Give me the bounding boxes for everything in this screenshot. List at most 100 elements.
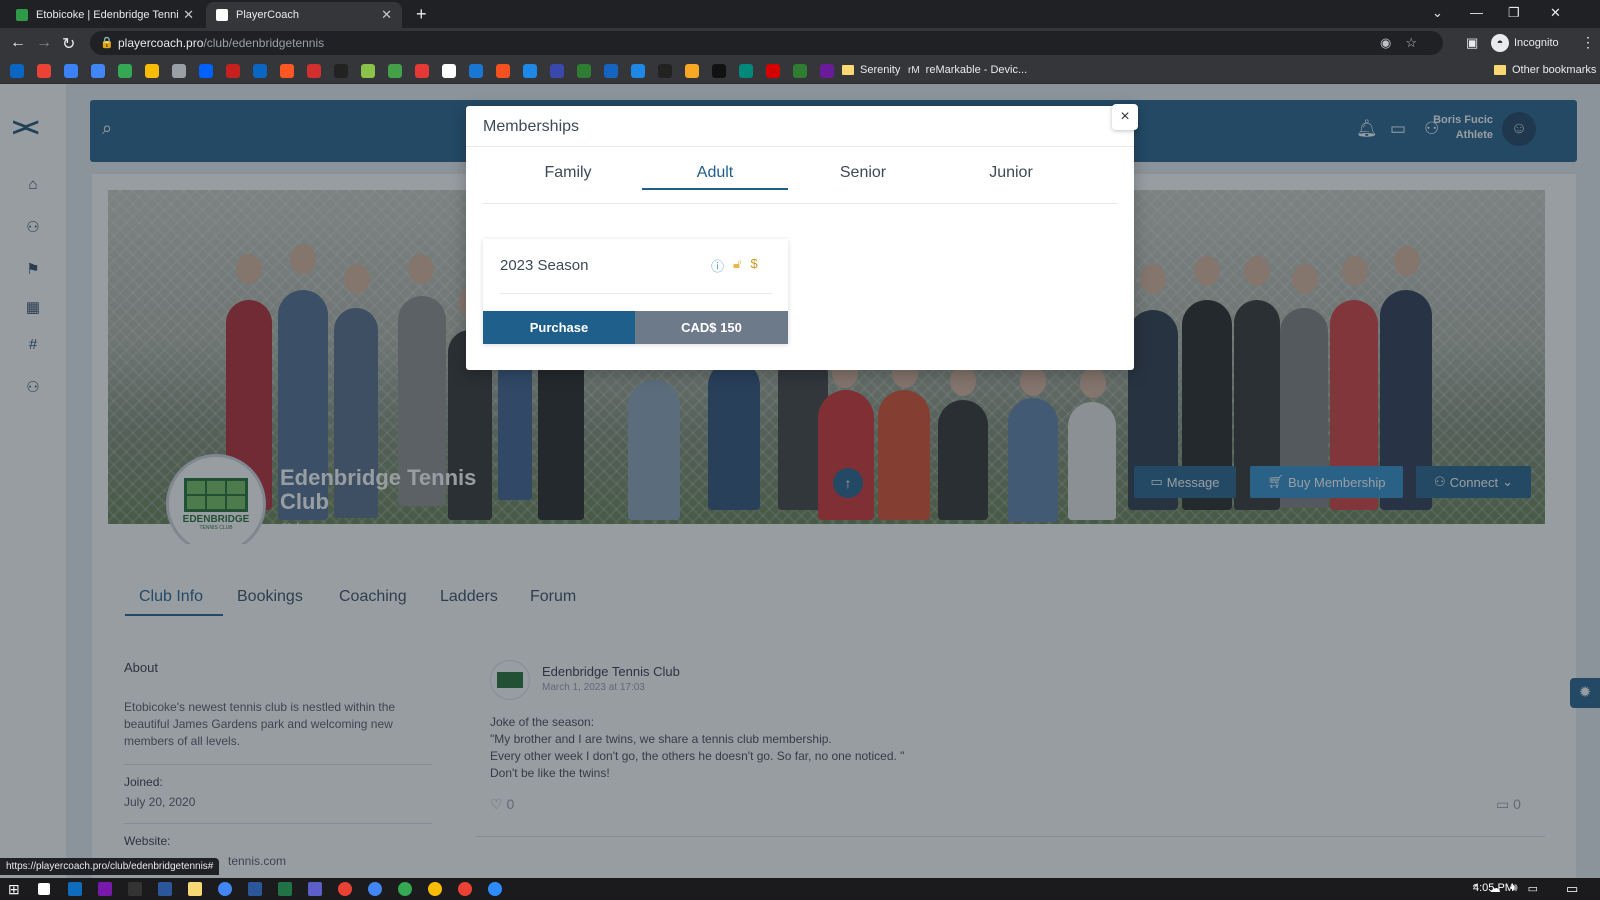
tab-senior[interactable]: Senior bbox=[790, 164, 936, 182]
tab-search-icon[interactable]: ⌄ bbox=[1432, 5, 1443, 21]
bookmark-label: reMarkable - Devic... bbox=[925, 64, 1028, 76]
bookmark-icon[interactable] bbox=[712, 64, 726, 78]
browser-tab-title: PlayerCoach bbox=[236, 9, 299, 21]
bookmark-icon[interactable] bbox=[334, 64, 348, 78]
file-explorer-icon[interactable] bbox=[188, 882, 202, 896]
tab-adult[interactable]: Adult bbox=[642, 164, 788, 182]
bookmark-icon[interactable] bbox=[442, 64, 456, 78]
browser-tab-edenbridge[interactable]: Etobicoke | Edenbridge Tennis Cl ✕ bbox=[6, 2, 204, 28]
chrome-icon[interactable] bbox=[398, 882, 412, 896]
bookmark-icon[interactable] bbox=[145, 64, 159, 78]
notification-icon[interactable]: ▭ bbox=[1566, 881, 1578, 897]
bookmark-icon[interactable] bbox=[523, 64, 537, 78]
remarkable-icon: rM bbox=[908, 64, 920, 76]
app-icon[interactable] bbox=[158, 882, 172, 896]
bookmark-icon[interactable] bbox=[10, 64, 24, 78]
bookmark-icon[interactable] bbox=[253, 64, 267, 78]
task-view-icon[interactable] bbox=[38, 883, 50, 895]
bookmark-icon[interactable] bbox=[766, 64, 780, 78]
close-button[interactable]: × bbox=[1112, 104, 1138, 130]
bookmark-icon[interactable] bbox=[631, 64, 645, 78]
bookmark-icon[interactable] bbox=[415, 64, 429, 78]
bookmark-serenity[interactable]: Serenity bbox=[842, 64, 900, 76]
bookmark-label: Serenity bbox=[860, 64, 901, 76]
membership-icons: ⓘ 🔓︎ $ bbox=[711, 256, 758, 275]
url-input[interactable]: 🔒 playercoach.pro/club/edenbridgetennis … bbox=[90, 31, 1443, 55]
browser-menu-icon[interactable]: ⋮ bbox=[1581, 34, 1595, 51]
close-tab-icon[interactable]: ✕ bbox=[183, 7, 194, 23]
dollar-icon: $ bbox=[750, 256, 758, 271]
card-divider bbox=[500, 293, 772, 294]
bookmark-icon[interactable] bbox=[604, 64, 618, 78]
bookmark-icon[interactable] bbox=[91, 64, 105, 78]
chrome-icon[interactable] bbox=[428, 882, 442, 896]
lock-icon: 🔓︎ bbox=[733, 256, 742, 271]
bookmark-other[interactable]: Other bookmarks bbox=[1494, 64, 1596, 76]
bookmark-icon[interactable] bbox=[577, 64, 591, 78]
folder-icon bbox=[1494, 65, 1506, 75]
modal-title: Memberships bbox=[483, 118, 580, 135]
word-icon[interactable] bbox=[248, 882, 262, 896]
bookmark-icon[interactable] bbox=[280, 64, 294, 78]
taskbar-clock[interactable]: 4:05 PM bbox=[1473, 882, 1514, 894]
modal-divider bbox=[466, 146, 1134, 147]
url-host: playercoach.pro bbox=[118, 36, 204, 50]
omnibox-icons[interactable]: ◉☆ bbox=[1380, 35, 1431, 51]
bookmark-icon[interactable] bbox=[496, 64, 510, 78]
browser-tab-playercoach[interactable]: PlayerCoach ✕ bbox=[206, 2, 402, 28]
zoom-icon[interactable] bbox=[488, 882, 502, 896]
bookmark-icon[interactable] bbox=[307, 64, 321, 78]
bookmark-icon[interactable] bbox=[550, 64, 564, 78]
status-bar-url: https://playercoach.pro/club/edenbridget… bbox=[0, 858, 220, 875]
bookmark-icon[interactable] bbox=[820, 64, 834, 78]
playercoach-favicon-icon bbox=[216, 9, 228, 21]
purchase-button[interactable]: Purchase bbox=[483, 311, 635, 344]
bookmark-icon[interactable] bbox=[118, 64, 132, 78]
back-icon[interactable]: ← bbox=[10, 34, 26, 52]
bookmark-icon[interactable] bbox=[361, 64, 375, 78]
chrome-icon[interactable] bbox=[338, 882, 352, 896]
bookmark-remarkable[interactable]: rM reMarkable - Devic... bbox=[908, 64, 1027, 76]
bookmark-icon[interactable] bbox=[226, 64, 240, 78]
chrome-icon[interactable] bbox=[458, 882, 472, 896]
bookmark-icon[interactable] bbox=[685, 64, 699, 78]
reload-icon[interactable]: ↻ bbox=[62, 34, 75, 54]
incognito-badge[interactable]: ◓ Incognito bbox=[1491, 34, 1559, 52]
terminal-icon[interactable] bbox=[128, 882, 142, 896]
edenbridge-favicon-icon bbox=[16, 9, 28, 21]
teams-icon[interactable] bbox=[308, 882, 322, 896]
os-taskbar: ⊞ ⌃ ☁ 🔊︎ ▭ 4:05 PM ▭ bbox=[0, 878, 1600, 900]
bookmarks-bar: Serenity rM reMarkable - Devic... Other b… bbox=[0, 58, 1600, 84]
minimize-icon[interactable]: — bbox=[1470, 5, 1483, 20]
bookmark-icon[interactable] bbox=[37, 64, 51, 78]
bookmark-icon[interactable] bbox=[469, 64, 483, 78]
memberships-modal: Memberships × Family Adult Senior Junior… bbox=[466, 104, 1138, 370]
bookmark-icon[interactable] bbox=[388, 64, 402, 78]
tab-junior[interactable]: Junior bbox=[938, 164, 1084, 182]
forward-icon[interactable]: → bbox=[36, 34, 52, 52]
bookmark-icon[interactable] bbox=[172, 64, 186, 78]
close-window-icon[interactable]: ✕ bbox=[1550, 5, 1561, 21]
bookmark-icon[interactable] bbox=[793, 64, 807, 78]
new-tab-icon[interactable]: + bbox=[416, 4, 427, 25]
membership-title: 2023 Season bbox=[500, 257, 589, 274]
incognito-label: Incognito bbox=[1514, 37, 1559, 49]
windows-start-icon[interactable]: ⊞ bbox=[8, 881, 20, 898]
active-tab-underline bbox=[642, 188, 788, 190]
bookmark-icon[interactable] bbox=[739, 64, 753, 78]
onenote-icon[interactable] bbox=[98, 882, 112, 896]
chrome-icon[interactable] bbox=[218, 882, 232, 896]
outlook-icon[interactable] bbox=[68, 882, 82, 896]
close-tab-icon[interactable]: ✕ bbox=[381, 7, 392, 23]
bookmark-icon[interactable] bbox=[199, 64, 213, 78]
battery-icon: ▭ bbox=[1527, 883, 1538, 895]
bookmark-icon[interactable] bbox=[64, 64, 78, 78]
restore-icon[interactable]: ❐ bbox=[1508, 5, 1520, 21]
bookmark-icon[interactable] bbox=[658, 64, 672, 78]
info-icon[interactable]: ⓘ bbox=[711, 256, 724, 275]
browser-tab-title: Etobicoke | Edenbridge Tennis Cl bbox=[36, 9, 179, 21]
excel-icon[interactable] bbox=[278, 882, 292, 896]
tab-family[interactable]: Family bbox=[495, 164, 641, 182]
chrome-icon[interactable] bbox=[368, 882, 382, 896]
side-panel-icon[interactable]: ▣ bbox=[1466, 35, 1478, 51]
